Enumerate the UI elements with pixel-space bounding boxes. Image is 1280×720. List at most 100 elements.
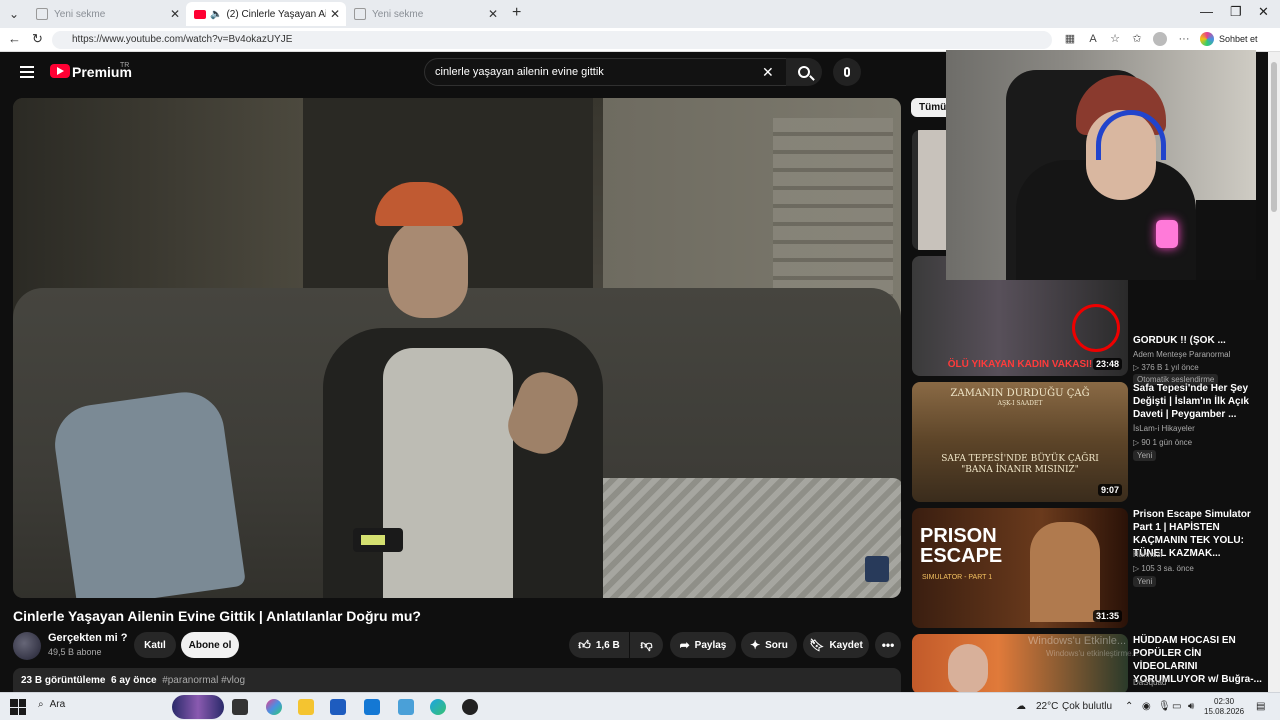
like-button[interactable]: 👍︎ 1,6 B	[569, 632, 629, 658]
notifications-icon[interactable]: ▤	[1256, 701, 1265, 712]
search-input[interactable]: cinlerle yaşayan ailenin evine gittik	[424, 58, 788, 86]
region-code: TR	[120, 62, 130, 69]
taskbar-search-label: Ara	[49, 699, 66, 710]
task-view-icon[interactable]	[232, 699, 248, 715]
copilot-chat-button[interactable]: Sohbet et	[1200, 32, 1258, 46]
network-icon[interactable]: ▭	[1172, 701, 1181, 712]
channel-avatar[interactable]	[13, 632, 41, 660]
voice-search-button[interactable]	[833, 58, 861, 86]
weather-description[interactable]: Çok bulutlu	[1062, 701, 1112, 712]
video-player[interactable]	[13, 98, 901, 598]
close-tab-icon[interactable]: ✕	[170, 7, 180, 21]
photos-icon[interactable]	[398, 699, 414, 715]
ask-button[interactable]: ✦ Soru	[741, 632, 797, 658]
back-icon[interactable]: ←	[8, 31, 21, 46]
rec-badge: Yeni	[1133, 450, 1157, 461]
volume-icon[interactable]: 🔊︎	[1188, 701, 1194, 712]
youtube-logo-icon[interactable]	[50, 64, 70, 78]
thumbnail-person	[1030, 522, 1100, 622]
collections-icon[interactable]: ✩	[1130, 32, 1144, 46]
app-icon[interactable]: ▦	[1063, 32, 1077, 46]
profile-icon[interactable]	[1153, 32, 1167, 46]
channel-watermark-icon[interactable]	[865, 556, 889, 582]
video-duration: 9:07	[1097, 484, 1122, 496]
rec-meta: ▷ 376 B 1 yıl önce	[1133, 363, 1199, 372]
more-icon: •••	[881, 638, 895, 652]
file-explorer-icon[interactable]	[298, 699, 314, 715]
address-toolbar: ← ↻ https://www.youtube.com/watch?v=Bv4o…	[0, 28, 1280, 52]
rec-title[interactable]: GORDUK !! (ŞOK ...	[1133, 334, 1263, 347]
view-count: 23 B görüntüleme	[21, 675, 106, 686]
tab-new-1[interactable]: Yeni sekme ✕	[28, 2, 186, 26]
weather-icon[interactable]: ☁	[1016, 701, 1026, 712]
rec-meta: ▷ 90 1 gün önce	[1133, 438, 1193, 447]
read-aloud-icon[interactable]: A	[1086, 32, 1100, 46]
search-button[interactable]	[786, 58, 822, 86]
scrollbar-thumb[interactable]	[1271, 62, 1277, 212]
sparkle-icon: ✦	[750, 638, 761, 652]
search-icon	[798, 66, 810, 78]
search-highlight-image[interactable]	[172, 695, 224, 719]
clock-time: 02:30	[1214, 697, 1235, 706]
rec-channel[interactable]: İsLam-i Hikayeler	[1133, 422, 1195, 435]
minimize-button[interactable]: —	[1200, 4, 1213, 19]
menu-icon[interactable]	[20, 66, 34, 81]
weather-temp[interactable]: 22°C	[1036, 701, 1058, 712]
location-icon[interactable]: ◉	[1142, 701, 1151, 712]
maximize-button[interactable]: ❐	[1230, 4, 1242, 20]
favorite-star-icon[interactable]: ☆	[1108, 32, 1122, 46]
subscribe-label: Abone ol	[188, 639, 232, 651]
tab-new-2[interactable]: Yeni sekme ✕	[346, 2, 504, 26]
channel-name[interactable]: Gerçekten mi ?	[48, 632, 127, 644]
url-field[interactable]: https://www.youtube.com/watch?v=Bv4okazU…	[52, 31, 1052, 49]
thumbnail-rec-2[interactable]: ZAMANIN DURDUĞU ÇAĞ AŞK-I SAADET SAFA TE…	[912, 382, 1128, 502]
description-box[interactable]: 23 B görüntüleme 6 ay önce #paranormal #…	[13, 668, 901, 692]
refresh-icon[interactable]: ↻	[32, 31, 43, 47]
clock[interactable]: 02:30 15.08.2026	[1204, 697, 1244, 717]
clear-search-icon[interactable]: ✕	[762, 64, 774, 81]
page-icon	[36, 8, 48, 20]
share-icon: ➦	[679, 638, 690, 652]
rec-meta: ▷ 105 3 sa. önce	[1133, 564, 1194, 573]
video-frame-phone	[353, 528, 403, 552]
rec-channel[interactable]: Hannozi	[1133, 548, 1162, 561]
join-button[interactable]: Katıl	[134, 632, 176, 658]
copilot-icon[interactable]	[266, 699, 282, 715]
hashtags[interactable]: #paranormal #vlog	[162, 675, 245, 686]
microphone-tray-icon[interactable]: 🎙︎	[1158, 701, 1171, 712]
windows-taskbar: ⌕ Ara ☁ 22°C Çok bulutlu ⌃ ◉ 🎙︎ ▭ 🔊︎ 02:…	[0, 692, 1280, 720]
windows-activation-watermark: Windows'u Etkinle...	[1028, 635, 1127, 647]
save-button[interactable]: 🔖︎ Kaydet	[803, 632, 869, 658]
close-tab-icon[interactable]: ✕	[330, 7, 340, 21]
taskbar-search[interactable]: ⌕ Ara	[38, 699, 65, 710]
edge-icon[interactable]	[430, 699, 446, 715]
close-tab-icon[interactable]: ✕	[488, 7, 498, 21]
video-title: Cinlerle Yaşayan Ailenin Evine Gittik | …	[13, 608, 421, 624]
thumbnail-rec-3[interactable]: PRISON ESCAPE SIMULATOR - PART 1 31:35	[912, 508, 1128, 628]
rec-channel[interactable]: Adem Menteşe Paranormal	[1133, 348, 1230, 361]
rec-title[interactable]: Safa Tepesi'nde Her Şey Değişti | İslam'…	[1133, 382, 1263, 421]
webcam-overlay	[946, 50, 1256, 280]
new-tab-button[interactable]: +	[512, 4, 521, 22]
tab-youtube[interactable]: 🔈 (2) Cinlerle Yaşayan Ailenin E... ✕	[186, 2, 346, 26]
tray-expand-icon[interactable]: ⌃	[1125, 701, 1133, 712]
speaker-icon[interactable]: 🔈	[210, 9, 222, 20]
search-icon: ⌕	[38, 699, 44, 710]
store-icon[interactable]	[330, 699, 346, 715]
start-icon[interactable]	[10, 699, 26, 715]
obs-icon[interactable]	[462, 699, 478, 715]
close-window-button[interactable]: ✕	[1258, 4, 1269, 20]
video-duration: 23:48	[1092, 358, 1122, 370]
tab-list-menu-icon[interactable]: ⌄	[0, 0, 28, 28]
outlook-icon[interactable]	[364, 699, 380, 715]
join-label: Katıl	[144, 639, 166, 651]
more-menu-icon[interactable]: ···	[1177, 32, 1191, 46]
thumbnail-face	[918, 130, 948, 250]
rec-channel[interactable]: DaSquad	[1133, 676, 1166, 689]
video-frame-head	[388, 218, 468, 318]
subscribe-button[interactable]: Abone ol	[181, 632, 239, 658]
more-actions-button[interactable]: •••	[875, 632, 901, 658]
share-button[interactable]: ➦ Paylaş	[670, 632, 736, 658]
dislike-button[interactable]: 👎︎	[630, 632, 663, 658]
page-scrollbar[interactable]	[1268, 52, 1280, 692]
